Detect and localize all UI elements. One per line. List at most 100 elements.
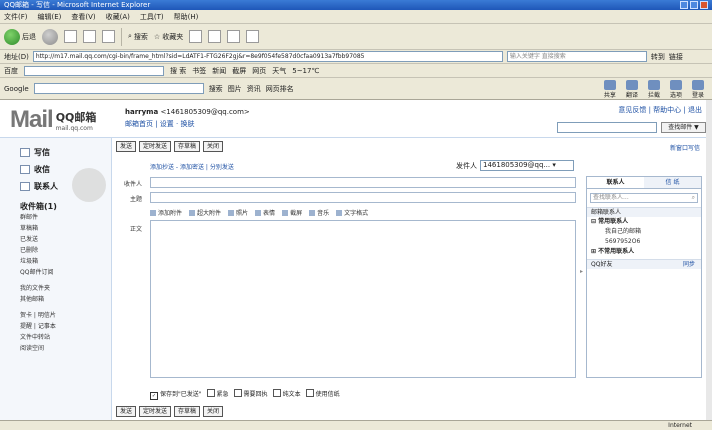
save-draft-button[interactable]: 存草稿: [174, 141, 201, 152]
nav-folder-sent[interactable]: 已发送: [20, 234, 111, 245]
home-icon[interactable]: [102, 30, 115, 43]
address-search-input[interactable]: 输入关键字 直接搜索: [506, 51, 647, 62]
refresh-icon[interactable]: [83, 30, 96, 43]
weather-link[interactable]: 天气: [272, 66, 286, 76]
collapse-panel-icon[interactable]: ▸: [580, 268, 583, 275]
contact-group-frequent[interactable]: ⊟ 常用联系人: [587, 217, 701, 227]
share-button[interactable]: 共享: [603, 80, 616, 99]
urgent-checkbox[interactable]: 紧急: [207, 389, 229, 400]
google-search-button[interactable]: 搜索: [209, 84, 223, 94]
nav-my-folders[interactable]: 我的文件夹: [20, 283, 111, 294]
read-receipt-checkbox[interactable]: 需要回执: [234, 389, 268, 400]
signin-icon: [691, 80, 704, 90]
options-button[interactable]: 选项: [669, 80, 682, 99]
google-news-button[interactable]: 资讯: [247, 84, 261, 94]
save-draft-button-bottom[interactable]: 存草稿: [174, 406, 201, 417]
menu-favorites[interactable]: 收藏(A): [106, 12, 130, 22]
menu-edit[interactable]: 编辑(E): [38, 12, 62, 22]
menu-tools[interactable]: 工具(T): [140, 12, 164, 22]
edit-icon[interactable]: [246, 30, 260, 43]
google-search-input[interactable]: [33, 83, 204, 94]
translate-button[interactable]: 翻译: [625, 80, 638, 99]
webpage-link[interactable]: 网页: [252, 66, 266, 76]
close-compose-button-bottom[interactable]: 关闭: [203, 406, 224, 417]
sender-select[interactable]: 1461805309@qq... ▾: [480, 160, 574, 171]
favorites-button[interactable]: ☆ 收藏夹: [154, 32, 183, 42]
menu-view[interactable]: 查看(V): [71, 12, 95, 22]
body-editor[interactable]: [150, 220, 576, 378]
mail-search-input[interactable]: [557, 122, 657, 133]
signin-button[interactable]: 登录: [691, 80, 704, 99]
plain-text-checkbox[interactable]: 纯文本: [273, 389, 301, 400]
contact-item[interactable]: 我自己的邮箱: [587, 227, 701, 237]
nav-other-mailboxes[interactable]: 其他邮箱: [20, 294, 111, 305]
nav-reading-space[interactable]: 阅读空间: [20, 343, 111, 354]
contact-group-infrequent[interactable]: ⊞ 不常用联系人: [587, 247, 701, 257]
stationery-checkbox[interactable]: 使用信纸: [306, 389, 340, 400]
nav-folder-deleted[interactable]: 已删除: [20, 245, 111, 256]
page-scrollbar[interactable]: [706, 100, 712, 420]
mail-icon[interactable]: [208, 30, 222, 43]
back-button[interactable]: 后退: [4, 28, 36, 45]
google-pagerank-button[interactable]: 网页排名: [266, 84, 294, 94]
nav-folder-drafts[interactable]: 草稿箱: [20, 223, 111, 234]
nav-compose[interactable]: 写信: [0, 144, 111, 161]
search-button[interactable]: ⌕ 搜索: [128, 32, 148, 42]
close-compose-button[interactable]: 关闭: [203, 141, 224, 152]
top-links[interactable]: 意见反馈 | 帮助中心 | 退出: [618, 105, 702, 115]
popup-blocker-button[interactable]: 拦截: [647, 80, 660, 99]
bookmarks-link[interactable]: 书签: [192, 66, 206, 76]
baidu-search-input[interactable]: [24, 65, 164, 76]
nav-reminders[interactable]: 提醒 | 记事本: [20, 321, 111, 332]
nav-file-transfer[interactable]: 文件中转站: [20, 332, 111, 343]
qqmail-logo[interactable]: Mail QQ邮箱 mail.qq.com: [10, 106, 96, 134]
add-cc-bcc-links[interactable]: 添加抄送 - 添加密送 | 分别发送: [150, 162, 234, 171]
photo-button[interactable]: 照片: [228, 208, 248, 217]
screenshot-button[interactable]: 截屏: [282, 208, 302, 217]
stop-icon[interactable]: [64, 30, 77, 43]
send-button-bottom[interactable]: 发送: [116, 406, 137, 417]
contact-item[interactable]: 5697952O6: [587, 237, 701, 247]
close-window-button[interactable]: [700, 1, 708, 9]
screenshot-link[interactable]: 截屏: [232, 66, 246, 76]
nav-inbox-count[interactable]: 收件箱(1): [20, 201, 111, 212]
sync-link[interactable]: 同步: [683, 260, 695, 270]
nav-folder-group[interactable]: 群邮件: [20, 212, 111, 223]
menu-help[interactable]: 帮助(H): [174, 12, 199, 22]
mailbox-links[interactable]: 邮箱首页 | 设置 · 换肤: [125, 119, 250, 129]
music-button[interactable]: 音乐: [309, 208, 329, 217]
find-mail-button[interactable]: 查找邮件 ▼: [661, 122, 706, 133]
go-button[interactable]: 转到: [651, 52, 665, 62]
links-label[interactable]: 链接: [669, 52, 683, 62]
news-link[interactable]: 新闻: [212, 66, 226, 76]
scheduled-send-button[interactable]: 定时发送: [139, 141, 172, 152]
nav-folder-spam[interactable]: 垃圾箱: [20, 256, 111, 267]
to-input[interactable]: [150, 177, 576, 188]
history-icon[interactable]: [189, 30, 203, 43]
tab-contacts[interactable]: 联系人: [587, 177, 644, 188]
minimize-button[interactable]: [680, 1, 688, 9]
add-attachment-button[interactable]: 添加附件: [150, 208, 182, 217]
text-format-button[interactable]: 文字格式: [336, 208, 368, 217]
subject-input[interactable]: [150, 192, 576, 203]
send-button[interactable]: 发送: [116, 141, 137, 152]
menu-file[interactable]: 文件(F): [4, 12, 28, 22]
contact-group-mailbox[interactable]: 邮箱联系人: [587, 207, 701, 217]
scheduled-send-button-bottom[interactable]: 定时发送: [139, 406, 172, 417]
save-to-sent-checkbox[interactable]: 保存到"已发送": [150, 389, 202, 400]
large-attachment-button[interactable]: 超大附件: [189, 208, 221, 217]
nav-cards[interactable]: 贺卡 | 明信片: [20, 310, 111, 321]
contact-group-qq-friends[interactable]: QQ好友 同步: [587, 259, 701, 269]
subject-label: 主题: [129, 196, 142, 203]
emoticon-button[interactable]: 表情: [255, 208, 275, 217]
new-window-link[interactable]: 新窗口写信: [670, 143, 700, 152]
nav-folder-subscriptions[interactable]: QQ邮件订阅: [20, 267, 111, 278]
google-images-button[interactable]: 图片: [228, 84, 242, 94]
maximize-button[interactable]: [690, 1, 698, 9]
url-input[interactable]: http://m17.mail.qq.com/cgi-bin/frame_htm…: [32, 51, 503, 62]
contact-search-input[interactable]: 查找联系人... ⌕: [590, 193, 698, 203]
baidu-search-button[interactable]: 搜 索: [170, 66, 186, 76]
tab-stationery[interactable]: 信 纸: [644, 177, 701, 188]
forward-button[interactable]: [42, 28, 58, 45]
print-icon[interactable]: [227, 30, 241, 43]
